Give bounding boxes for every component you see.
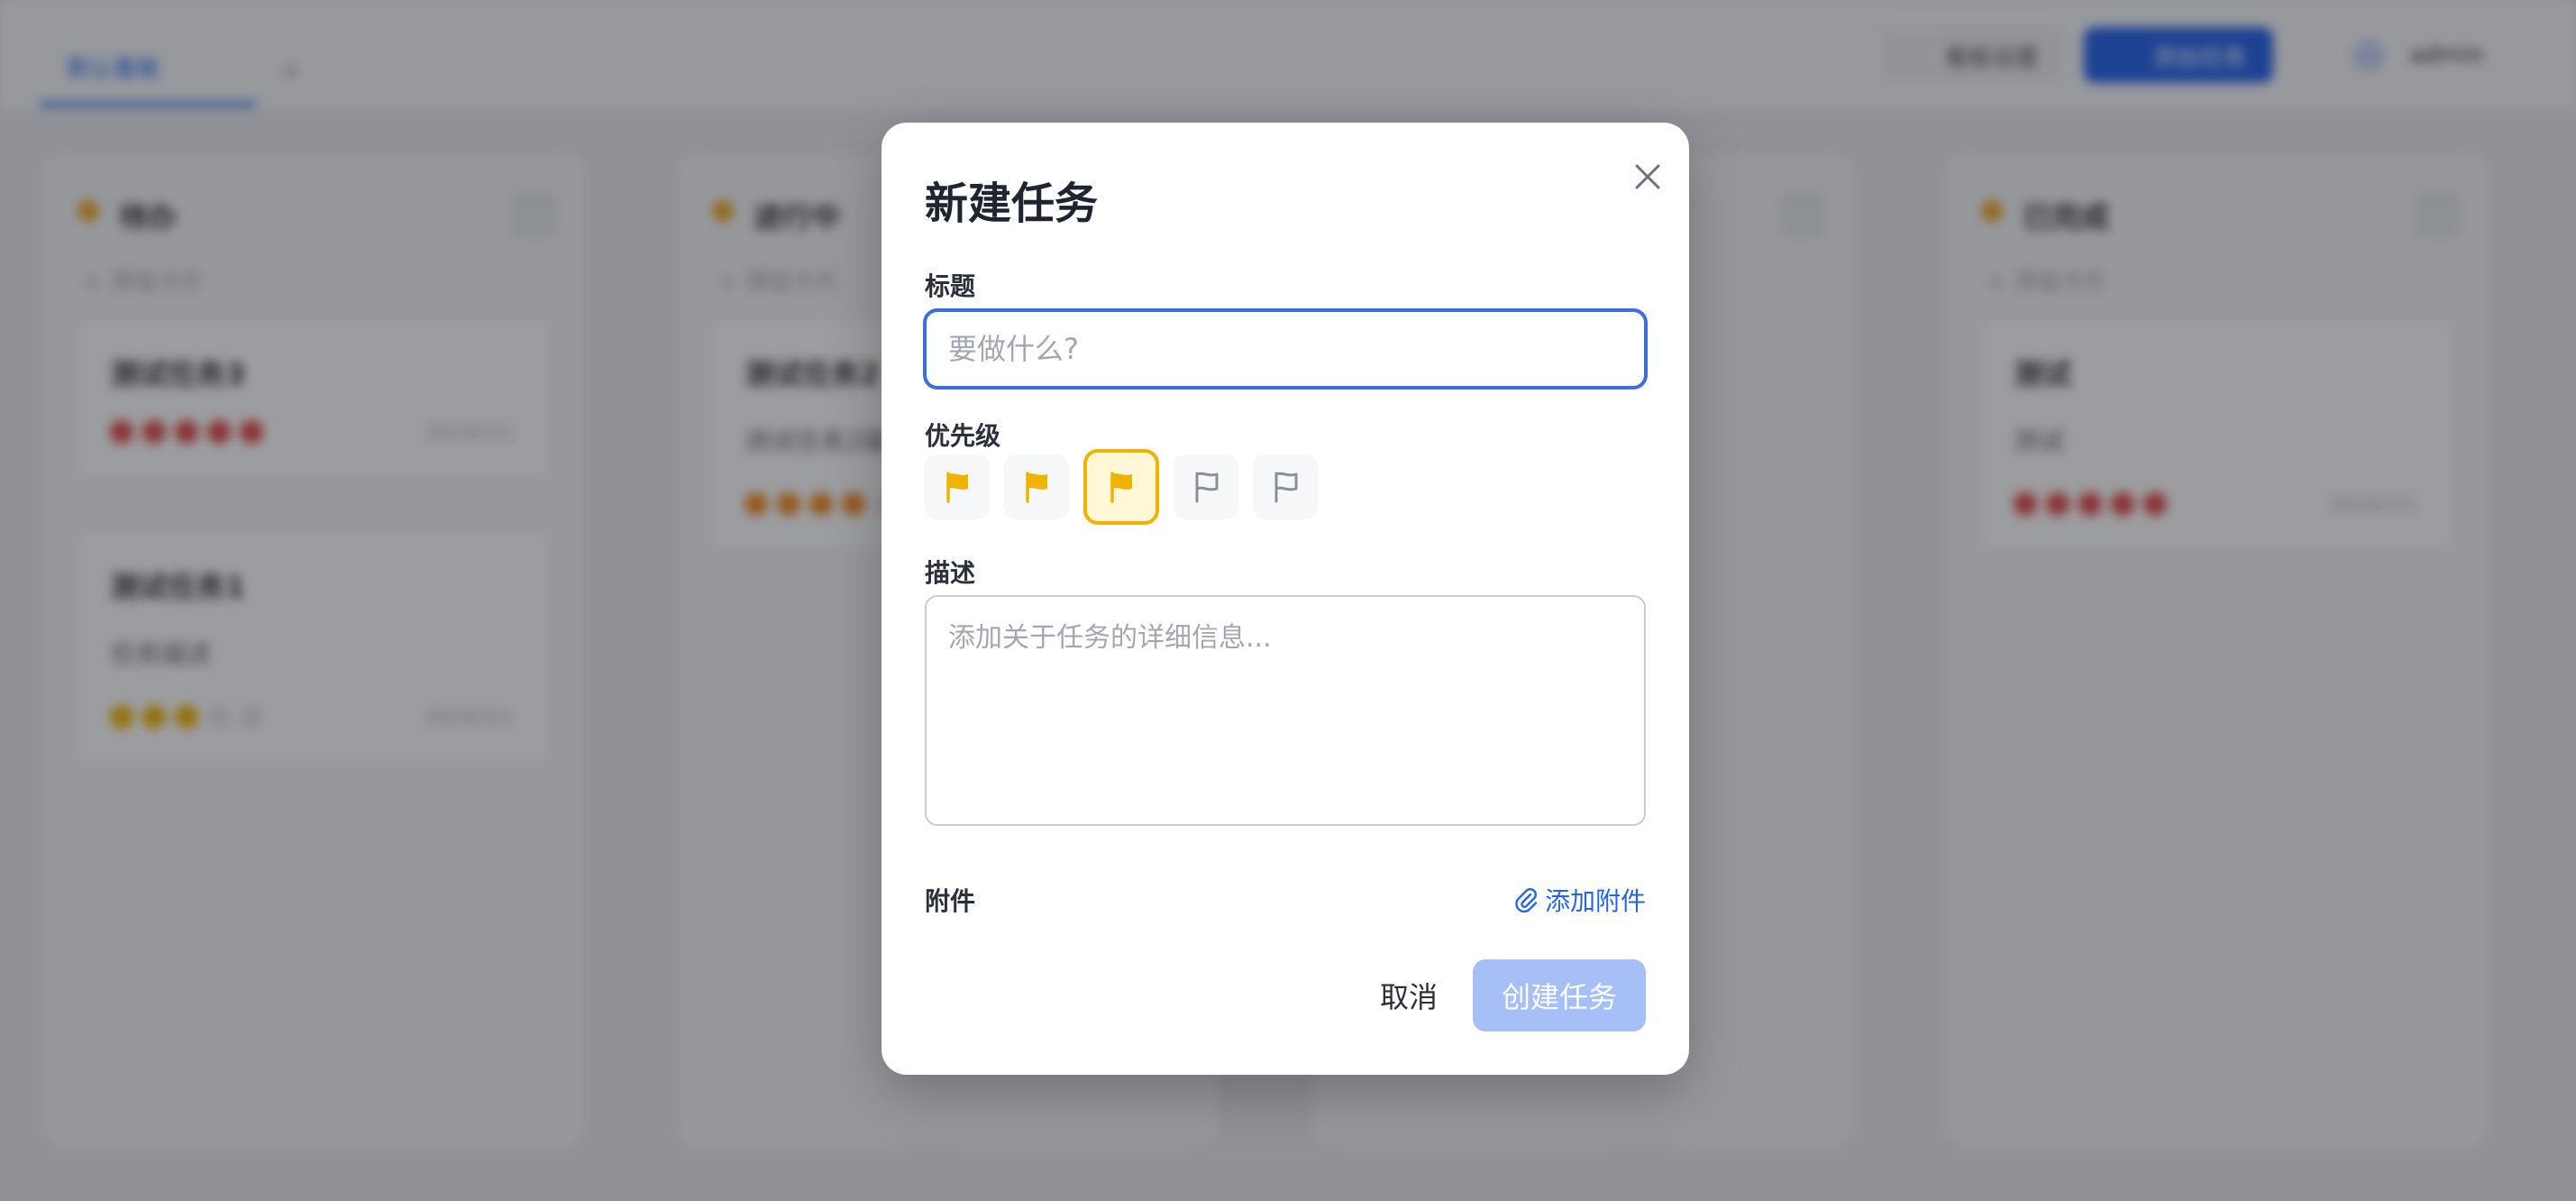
priority-label: 优先级 [925, 421, 1001, 451]
add-attachment-link[interactable]: 添加附件 [1512, 882, 1646, 918]
new-task-dialog: 新建任务 标题 优先级 [882, 123, 1689, 1075]
flag-outline-icon [1195, 472, 1219, 503]
priority-5-button[interactable] [1253, 454, 1318, 519]
priority-selector [925, 449, 1318, 525]
close-icon [1635, 164, 1660, 189]
flag-filled-icon [946, 472, 968, 503]
flag-filled-icon [1110, 472, 1132, 503]
priority-1-button[interactable] [925, 454, 990, 519]
dialog-title: 新建任务 [925, 179, 1099, 229]
description-textarea[interactable] [925, 595, 1646, 826]
priority-4-button[interactable] [1174, 454, 1238, 519]
cancel-button[interactable]: 取消 [1350, 959, 1467, 1031]
priority-2-button[interactable] [1004, 454, 1069, 519]
title-input[interactable] [923, 308, 1648, 390]
priority-3-button[interactable] [1083, 449, 1159, 525]
flag-filled-icon [1026, 472, 1047, 503]
paperclip-icon [1515, 888, 1538, 913]
description-label: 描述 [925, 558, 976, 588]
close-button[interactable] [1622, 151, 1673, 202]
attachments-label: 附件 [925, 886, 976, 916]
flag-outline-icon [1274, 472, 1298, 503]
add-attachment-label: 添加附件 [1545, 886, 1647, 916]
title-label: 标题 [925, 271, 976, 301]
create-task-button[interactable]: 创建任务 [1473, 959, 1646, 1031]
